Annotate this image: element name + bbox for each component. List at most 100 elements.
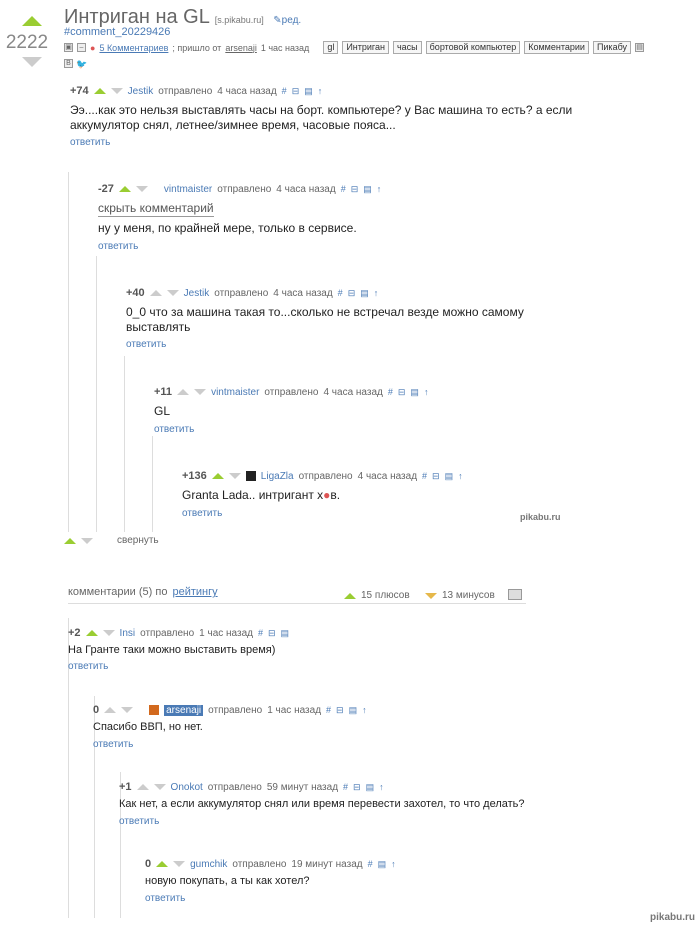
from-user[interactable]: arsenaji bbox=[225, 43, 257, 53]
upvote-icon[interactable] bbox=[104, 707, 117, 713]
hash-icon[interactable]: # bbox=[338, 288, 343, 298]
save-icon[interactable]: ▤ bbox=[445, 471, 454, 482]
tag[interactable]: Интриган bbox=[342, 41, 389, 54]
downvote-icon[interactable] bbox=[110, 88, 123, 94]
hide-comment-link[interactable]: скрыть комментарий bbox=[98, 201, 214, 217]
upvote-icon[interactable] bbox=[118, 186, 131, 192]
reply-link[interactable]: ответить bbox=[126, 339, 166, 350]
collapse-icon[interactable]: ⊟ bbox=[292, 86, 300, 97]
reply-link[interactable]: ответить bbox=[119, 816, 159, 827]
hash-icon[interactable]: # bbox=[258, 628, 263, 638]
collapse-icon[interactable]: ⊟ bbox=[336, 705, 344, 716]
tag[interactable]: Комментарии bbox=[524, 41, 589, 54]
collapse-icon[interactable]: ⊟ bbox=[398, 387, 406, 398]
upvote-icon[interactable] bbox=[211, 473, 224, 479]
downvote-icon[interactable] bbox=[228, 473, 241, 479]
save-icon[interactable]: ▤ bbox=[281, 628, 290, 639]
comment-user[interactable]: vintmaister bbox=[164, 184, 212, 195]
upvote-icon[interactable] bbox=[136, 784, 149, 790]
downvote-icon[interactable] bbox=[166, 290, 179, 296]
collapse-icon[interactable]: ⊟ bbox=[268, 628, 276, 639]
comment-text: новую покупать, а ты как хотел? bbox=[145, 875, 310, 887]
downvote-icon[interactable] bbox=[135, 186, 148, 192]
arrow-up-icon[interactable]: ↑ bbox=[374, 288, 379, 298]
tag[interactable]: Пикабу bbox=[592, 41, 632, 54]
post-upvote-icon[interactable] bbox=[22, 16, 42, 26]
comment-user[interactable]: LigaZla bbox=[261, 471, 294, 482]
hash-icon[interactable]: # bbox=[368, 859, 373, 869]
image-toggle-icon[interactable] bbox=[508, 589, 522, 600]
hash-icon[interactable]: # bbox=[282, 86, 287, 96]
save-icon[interactable]: ▤ bbox=[410, 387, 419, 398]
arrow-up-icon[interactable]: ↑ bbox=[458, 471, 463, 481]
comment-user[interactable]: Jestik bbox=[184, 288, 210, 299]
save-icon[interactable]: ▤ bbox=[635, 43, 645, 52]
collapse-icon[interactable]: ⊟ bbox=[348, 288, 356, 299]
vk-icon[interactable]: В bbox=[64, 59, 73, 68]
plus-filter[interactable]: 15 плюсов bbox=[344, 590, 410, 601]
twitter-icon[interactable]: 🐦 bbox=[76, 59, 87, 70]
upvote-icon[interactable] bbox=[93, 88, 106, 94]
reply-link[interactable]: ответить bbox=[68, 661, 108, 672]
comment-user[interactable]: Onokot bbox=[171, 782, 203, 793]
save-icon[interactable]: ▤ bbox=[360, 288, 369, 299]
downvote-icon[interactable] bbox=[173, 861, 186, 867]
reply-link[interactable]: ответить bbox=[98, 241, 138, 252]
arrow-up-icon[interactable]: ↑ bbox=[362, 705, 367, 715]
reply-link[interactable]: ответить bbox=[93, 739, 133, 750]
upvote-icon[interactable] bbox=[177, 389, 190, 395]
hash-icon[interactable]: # bbox=[388, 387, 393, 397]
save-icon[interactable]: ▤ bbox=[363, 184, 372, 195]
arrow-up-icon[interactable]: ↑ bbox=[318, 86, 323, 96]
downvote-icon bbox=[425, 592, 437, 599]
reply-link[interactable]: ответить bbox=[182, 508, 222, 519]
minus-count: 13 минусов bbox=[442, 590, 495, 601]
downvote-icon[interactable] bbox=[121, 707, 134, 713]
minus-icon[interactable]: – bbox=[77, 43, 86, 52]
upvote-icon[interactable] bbox=[156, 861, 169, 867]
save-icon[interactable]: ▤ bbox=[366, 782, 375, 793]
hash-icon[interactable]: # bbox=[326, 705, 331, 715]
tag[interactable]: бортовой компьютер bbox=[425, 41, 521, 54]
hash-icon[interactable]: # bbox=[341, 184, 346, 194]
reply-link[interactable]: ответить bbox=[145, 893, 185, 904]
arrow-up-icon[interactable]: ↑ bbox=[377, 184, 382, 194]
comment-user[interactable]: vintmaister bbox=[211, 387, 259, 398]
comment-user[interactable]: Insi bbox=[120, 628, 136, 639]
sort-select[interactable]: рейтингу bbox=[172, 586, 217, 598]
edit-link[interactable]: ✎ред. bbox=[273, 15, 301, 26]
downvote-icon[interactable] bbox=[194, 389, 207, 395]
save-icon[interactable]: ▤ bbox=[349, 705, 358, 716]
comments-link[interactable]: 5 Комментариев bbox=[99, 43, 168, 53]
upvote-icon[interactable] bbox=[149, 290, 162, 296]
tag[interactable]: gl bbox=[323, 41, 339, 54]
arrow-up-icon[interactable]: ↑ bbox=[391, 859, 396, 869]
upvote-icon[interactable] bbox=[64, 537, 76, 544]
comment-user[interactable]: gumchik bbox=[190, 859, 227, 870]
upvote-icon[interactable] bbox=[85, 630, 98, 636]
arrow-up-icon[interactable]: ↑ bbox=[424, 387, 429, 397]
arrow-up-icon[interactable]: ↑ bbox=[379, 782, 384, 792]
from-text: ; пришло от bbox=[172, 42, 222, 53]
minus-filter[interactable]: 13 минусов bbox=[425, 590, 495, 601]
save-icon[interactable]: ▤ bbox=[304, 86, 313, 97]
downvote-icon[interactable] bbox=[153, 784, 166, 790]
reply-link[interactable]: ответить bbox=[70, 137, 110, 148]
downvote-icon[interactable] bbox=[81, 537, 93, 544]
collapse-icon[interactable]: ⊟ bbox=[351, 184, 359, 195]
comment-anchor[interactable]: #comment_20229426 bbox=[64, 26, 170, 38]
hash-icon[interactable]: # bbox=[422, 471, 427, 481]
tag[interactable]: часы bbox=[392, 41, 422, 54]
hash-icon[interactable]: # bbox=[343, 782, 348, 792]
collapse-link[interactable]: свернуть bbox=[117, 535, 159, 546]
image-icon: ▣ bbox=[64, 43, 73, 52]
reply-link[interactable]: ответить bbox=[154, 424, 194, 435]
save-icon[interactable]: ▤ bbox=[378, 859, 387, 870]
comment-user[interactable]: arsenaji bbox=[164, 704, 204, 716]
collapse-icon[interactable]: ⊟ bbox=[353, 782, 361, 793]
collapse-icon[interactable]: ⊟ bbox=[432, 471, 440, 482]
downvote-icon[interactable] bbox=[102, 630, 115, 636]
comment-user[interactable]: Jestik bbox=[128, 86, 154, 97]
post-downvote-icon[interactable] bbox=[22, 57, 42, 67]
post-title-text[interactable]: Интриган на GL bbox=[64, 6, 209, 28]
